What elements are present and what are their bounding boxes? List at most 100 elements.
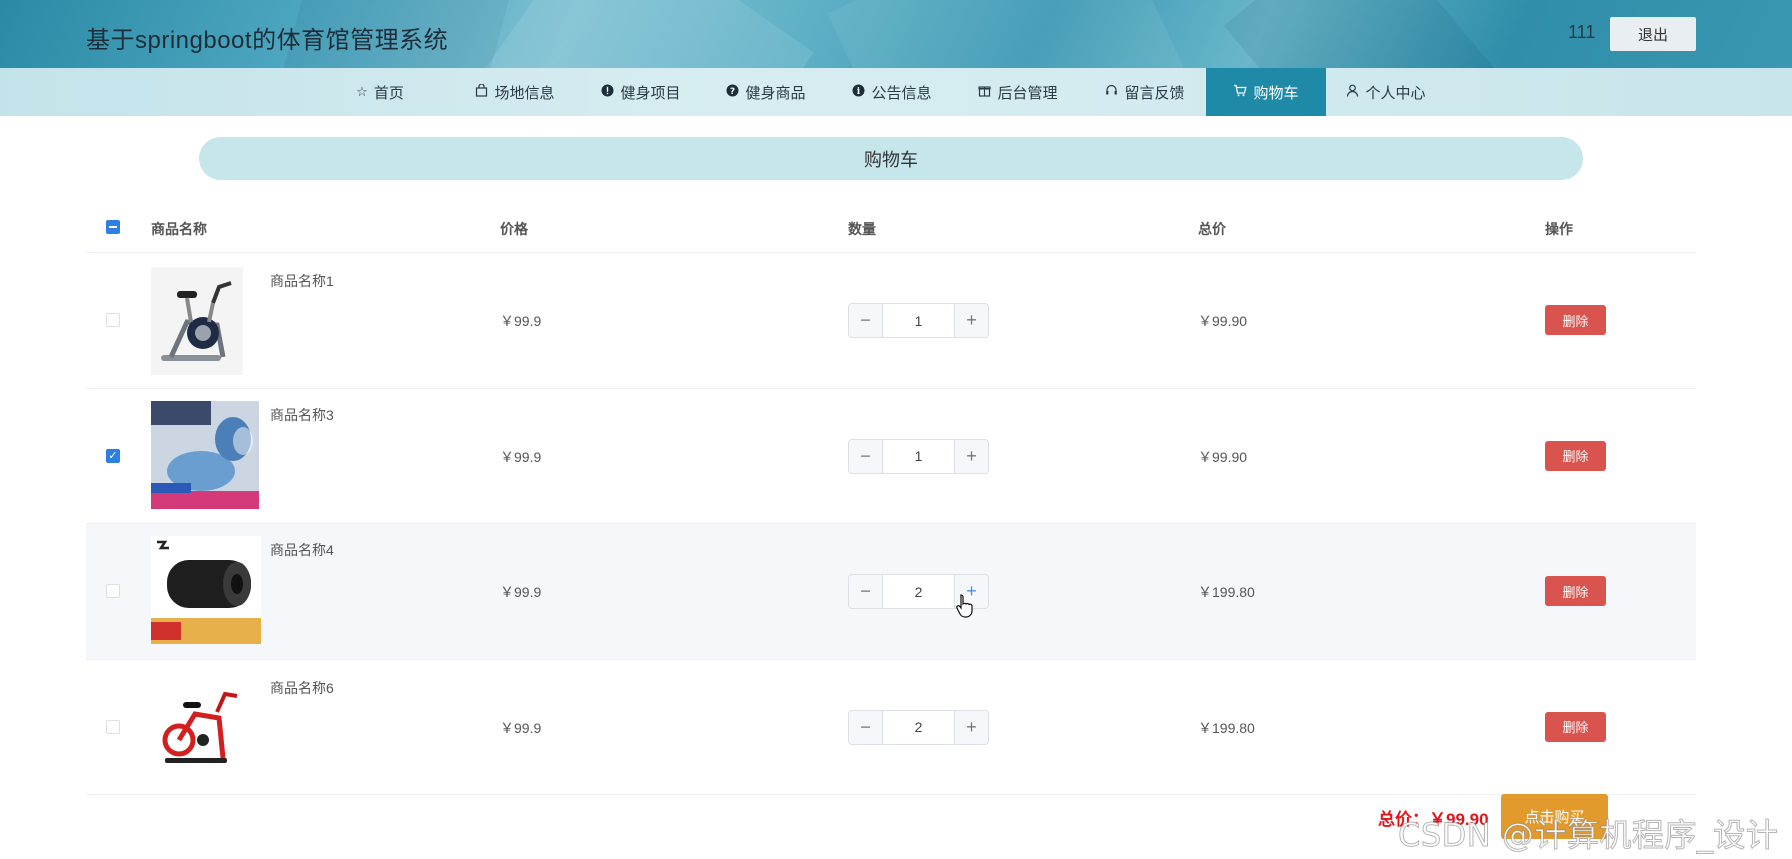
app-title: 基于springboot的体育馆管理系统 bbox=[86, 27, 449, 54]
product-image bbox=[151, 267, 243, 375]
minus-icon bbox=[109, 226, 117, 228]
row-total: ￥199.80 bbox=[1198, 584, 1255, 600]
decrease-button[interactable]: − bbox=[849, 575, 883, 608]
nav-item-label: 购物车 bbox=[1253, 84, 1299, 102]
nav-item-label: 留言反馈 bbox=[1124, 84, 1185, 102]
header-decoration bbox=[827, 0, 1193, 68]
exercise-bike-icon bbox=[151, 267, 243, 375]
product-image bbox=[151, 673, 243, 782]
nav-item-admin[interactable]: 后台管理 bbox=[958, 68, 1078, 116]
quantity-input[interactable] bbox=[883, 710, 954, 744]
product-price: ￥99.9 bbox=[500, 448, 542, 465]
delete-button[interactable]: 删除 bbox=[1545, 440, 1606, 471]
seat-cushion-icon bbox=[151, 400, 259, 509]
plus-icon: + bbox=[966, 445, 977, 466]
table-header: 商品名称 价格 数量 总价 操作 bbox=[86, 202, 1696, 253]
row-checkbox[interactable] bbox=[106, 584, 120, 598]
header-decoration bbox=[486, 0, 814, 68]
delete-button[interactable]: 删除 bbox=[1545, 305, 1606, 335]
top-header: 基于springboot的体育馆管理系统 111 退出 bbox=[0, 0, 1792, 68]
svg-text:i: i bbox=[857, 87, 861, 97]
row-checkbox[interactable] bbox=[106, 719, 120, 734]
exercise-bike-icon bbox=[151, 673, 243, 782]
product-price: ￥99.9 bbox=[500, 584, 542, 600]
column-header-total: 总价 bbox=[1198, 221, 1226, 237]
user-icon bbox=[1346, 84, 1359, 100]
quantity-stepper: − + bbox=[848, 709, 989, 745]
row-total: ￥199.80 bbox=[1198, 719, 1255, 736]
svg-text:?: ? bbox=[730, 87, 735, 97]
increase-button[interactable]: + bbox=[954, 304, 988, 337]
page-title-text: 购物车 bbox=[864, 149, 918, 170]
foam-roller-icon bbox=[151, 536, 261, 644]
table-row: 商品名称4 ￥99.9 − + ￥199.80 删除 bbox=[86, 524, 1696, 660]
plus-icon: + bbox=[966, 310, 977, 330]
minus-icon: − bbox=[860, 716, 871, 737]
product-price: ￥99.9 bbox=[500, 719, 542, 736]
nav-item-label: 健身项目 bbox=[620, 84, 681, 102]
nav-item-announcements[interactable]: i 公告信息 bbox=[832, 68, 952, 116]
quantity-input[interactable] bbox=[883, 304, 954, 337]
main-nav: ☆ 首页 场地信息 健身项目 ? 健身商品 i 公告信息 后台管理 留言反馈 购… bbox=[0, 68, 1792, 116]
decrease-button[interactable]: − bbox=[849, 439, 883, 473]
row-total: ￥99.90 bbox=[1198, 313, 1248, 329]
delete-button[interactable]: 删除 bbox=[1545, 576, 1606, 606]
cart-table: 商品名称 价格 数量 总价 操作 商品名称1 ￥99.9 − + bbox=[86, 202, 1696, 795]
row-checkbox[interactable] bbox=[106, 313, 120, 327]
cart-icon bbox=[1233, 84, 1248, 100]
quantity-input[interactable] bbox=[883, 575, 954, 608]
row-total: ￥99.90 bbox=[1198, 448, 1248, 465]
row-checkbox[interactable]: ✓ bbox=[106, 448, 120, 463]
nav-item-label: 健身商品 bbox=[745, 84, 806, 102]
table-row: ✓ 商品名称3 ￥99.9 − + ￥99.90 删除 bbox=[86, 389, 1696, 524]
logout-button[interactable]: 退出 bbox=[1610, 17, 1696, 51]
table-row: 商品名称1 ￥99.9 − + ￥99.90 删除 bbox=[86, 253, 1696, 389]
nav-item-label: 个人中心 bbox=[1365, 84, 1426, 102]
minus-icon: − bbox=[860, 581, 871, 601]
decrease-button[interactable]: − bbox=[849, 304, 883, 337]
nav-item-label: 场地信息 bbox=[494, 84, 555, 102]
headset-icon bbox=[1105, 84, 1118, 100]
star-icon: ☆ bbox=[356, 84, 368, 99]
column-header-action: 操作 bbox=[1545, 221, 1573, 237]
product-name: 商品名称1 bbox=[270, 273, 334, 289]
nav-item-home[interactable]: ☆ 首页 bbox=[320, 68, 440, 116]
product-name: 商品名称3 bbox=[270, 406, 334, 423]
username: 111 bbox=[1568, 22, 1596, 42]
header-decoration bbox=[1223, 0, 1517, 68]
nav-item-feedback[interactable]: 留言反馈 bbox=[1085, 68, 1205, 116]
gift-icon bbox=[978, 84, 992, 100]
watermark: CSDN @计算机程序_设计 bbox=[1397, 816, 1779, 855]
bag-icon bbox=[475, 83, 488, 100]
nav-item-profile[interactable]: 个人中心 bbox=[1326, 68, 1446, 116]
plus-icon: + bbox=[966, 716, 977, 737]
increase-button[interactable]: + bbox=[954, 710, 988, 744]
nav-item-label: 后台管理 bbox=[997, 84, 1058, 102]
table-row: 商品名称6 ￥99.9 − + ￥199.80 删除 bbox=[86, 660, 1696, 795]
nav-item-label: 首页 bbox=[373, 84, 404, 102]
exclamation-icon bbox=[601, 84, 614, 100]
quantity-input[interactable] bbox=[883, 439, 954, 473]
select-all-checkbox[interactable] bbox=[106, 220, 120, 234]
delete-button[interactable]: 删除 bbox=[1545, 711, 1606, 742]
column-header-quantity: 数量 bbox=[848, 221, 876, 237]
nav-item-venue[interactable]: 场地信息 bbox=[455, 68, 575, 116]
question-icon: ? bbox=[726, 84, 739, 100]
quantity-stepper: − + bbox=[848, 303, 989, 338]
nav-item-fitness-products[interactable]: ? 健身商品 bbox=[706, 68, 826, 116]
page-title: 购物车 bbox=[199, 137, 1583, 180]
minus-icon: − bbox=[860, 445, 871, 466]
column-header-price: 价格 bbox=[500, 221, 528, 237]
decrease-button[interactable]: − bbox=[849, 710, 883, 744]
increase-button[interactable]: + bbox=[954, 439, 988, 473]
nav-item-label: 公告信息 bbox=[871, 84, 932, 102]
nav-item-cart[interactable]: 购物车 bbox=[1206, 68, 1326, 116]
product-price: ￥99.9 bbox=[500, 313, 542, 329]
product-name: 商品名称6 bbox=[270, 679, 334, 696]
checkmark-icon: ✓ bbox=[108, 450, 118, 462]
quantity-stepper: − + bbox=[848, 438, 989, 474]
nav-item-fitness-projects[interactable]: 健身项目 bbox=[581, 68, 701, 116]
product-name: 商品名称4 bbox=[270, 542, 334, 558]
product-image bbox=[151, 400, 259, 509]
product-image bbox=[151, 536, 261, 644]
